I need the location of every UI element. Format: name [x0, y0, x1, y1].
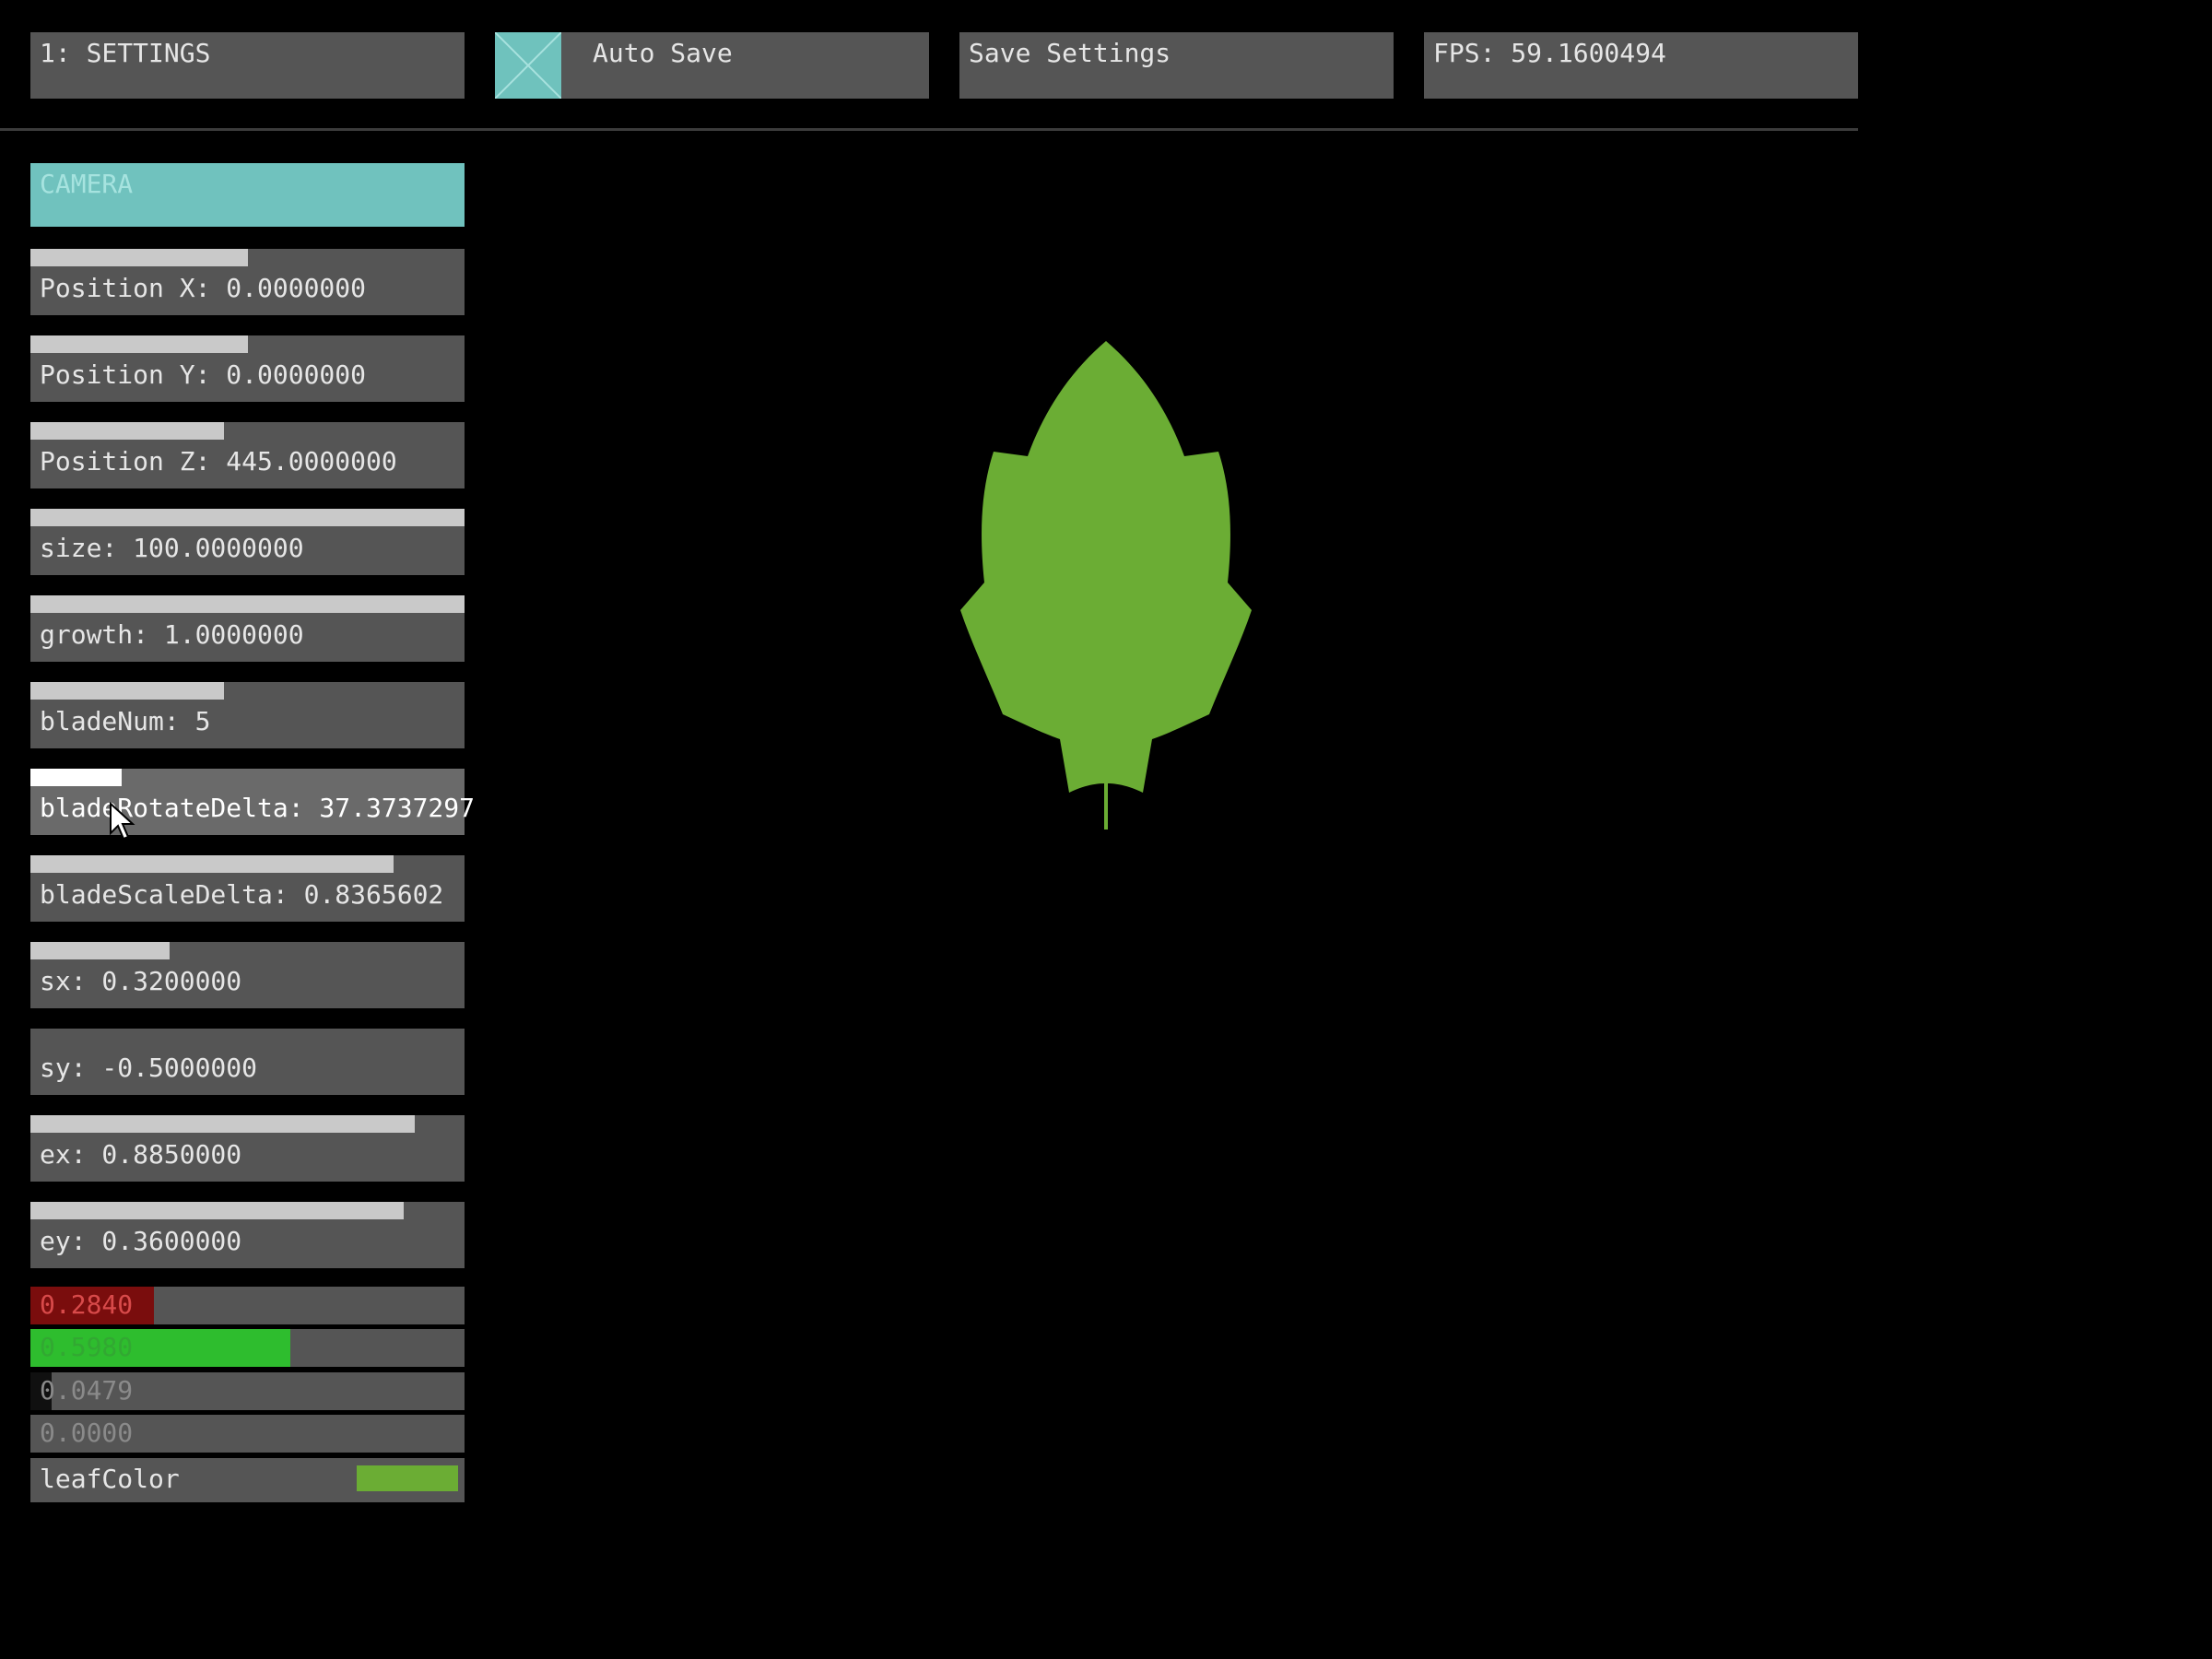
- position-x-slider[interactable]: Position X: 0.0000000: [30, 249, 465, 315]
- size-slider[interactable]: size: 100.0000000: [30, 509, 465, 575]
- blade-rotate-delta-slider[interactable]: bladeRotateDelta: 37.3737297: [30, 769, 475, 835]
- leaf-render: [960, 341, 1252, 830]
- auto-save-checkbox[interactable]: [495, 32, 561, 99]
- mouse-cursor-icon: [110, 802, 135, 841]
- slider-label: Position X: 0.0000000: [40, 273, 367, 303]
- leaf-shape: [960, 341, 1252, 793]
- settings-panel-label: 1: SETTINGS: [40, 38, 211, 68]
- color-alpha-slider[interactable]: 0.0000: [30, 1415, 465, 1453]
- color-value: 0.2840: [40, 1289, 134, 1320]
- slider-fill: [30, 682, 224, 700]
- check-cross-icon: [495, 32, 561, 99]
- color-value: 0.5980: [40, 1332, 134, 1362]
- slider-label: sx: 0.3200000: [40, 966, 242, 996]
- leaf-color-label: leafColor: [40, 1464, 180, 1494]
- slider-fill: [30, 1202, 405, 1219]
- toolbar-divider: [0, 128, 1858, 131]
- slider-label: bladeScaleDelta: 0.8365602: [40, 879, 444, 910]
- slider-label: sy: -0.5000000: [40, 1053, 258, 1083]
- settings-panel-header[interactable]: 1: SETTINGS: [30, 32, 465, 99]
- slider-fill: [30, 509, 465, 526]
- slider-label: ex: 0.8850000: [40, 1139, 242, 1170]
- slider-label: bladeRotateDelta: 37.3737297: [40, 793, 476, 823]
- sx-slider[interactable]: sx: 0.3200000: [30, 942, 465, 1008]
- position-z-slider[interactable]: Position Z: 445.0000000: [30, 422, 465, 488]
- slider-fill: [30, 1115, 415, 1133]
- slider-label: Position Z: 445.0000000: [40, 446, 397, 477]
- slider-label: size: 100.0000000: [40, 533, 304, 563]
- app-root: 1: SETTINGS Auto Save Save Settings FPS:…: [0, 0, 2212, 1659]
- color-red-slider[interactable]: 0.2840: [30, 1287, 465, 1324]
- growth-slider[interactable]: growth: 1.0000000: [30, 595, 465, 662]
- position-y-slider[interactable]: Position Y: 0.0000000: [30, 335, 465, 402]
- leaf-color-swatch[interactable]: [357, 1465, 458, 1491]
- slider-label: ey: 0.3600000: [40, 1226, 242, 1256]
- slider-fill: [30, 422, 224, 440]
- save-settings-button[interactable]: Save Settings: [959, 32, 1394, 99]
- camera-section-header[interactable]: CAMERA: [30, 163, 465, 227]
- blade-num-slider[interactable]: bladeNum: 5: [30, 682, 465, 748]
- slider-fill: [30, 595, 465, 613]
- slider-label: growth: 1.0000000: [40, 619, 304, 650]
- color-blue-slider[interactable]: 0.0479: [30, 1372, 465, 1410]
- auto-save-toggle[interactable]: Auto Save: [495, 32, 929, 99]
- slider-label: bladeNum: 5: [40, 706, 211, 736]
- color-green-slider[interactable]: 0.5980: [30, 1329, 465, 1367]
- fps-label: FPS: 59.1600494: [1433, 38, 1666, 68]
- slider-label: Position Y: 0.0000000: [40, 359, 367, 390]
- slider-fill: [30, 855, 394, 873]
- camera-section-title: CAMERA: [40, 169, 134, 199]
- auto-save-label: Auto Save: [593, 38, 733, 68]
- leaf-color-picker[interactable]: leafColor: [30, 1458, 465, 1502]
- color-value: 0.0479: [40, 1375, 134, 1406]
- save-settings-label: Save Settings: [969, 38, 1171, 68]
- blade-scale-delta-slider[interactable]: bladeScaleDelta: 0.8365602: [30, 855, 465, 922]
- fps-readout: FPS: 59.1600494: [1424, 32, 1858, 99]
- slider-fill: [30, 249, 248, 266]
- slider-fill: [30, 335, 248, 353]
- slider-fill: [30, 769, 122, 786]
- slider-fill: [30, 942, 170, 959]
- ey-slider[interactable]: ey: 0.3600000: [30, 1202, 465, 1268]
- color-value: 0.0000: [40, 1418, 134, 1448]
- sy-slider[interactable]: sy: -0.5000000: [30, 1029, 465, 1095]
- ex-slider[interactable]: ex: 0.8850000: [30, 1115, 465, 1182]
